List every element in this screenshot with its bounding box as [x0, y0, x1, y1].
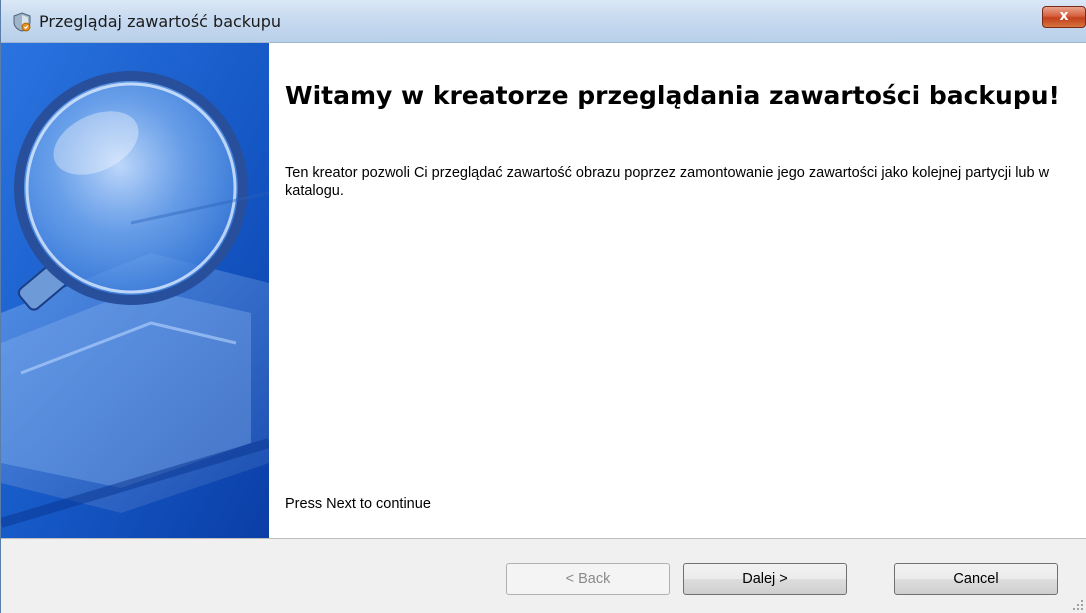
button-bar: < Back Dalej > Cancel [1, 538, 1086, 613]
title-bar[interactable]: Przeglądaj zawartość backupu x [1, 0, 1086, 43]
wizard-content: Witamy w kreatorze przeglądania zawartoś… [269, 43, 1086, 538]
page-title: Witamy w kreatorze przeglądania zawartoś… [285, 81, 1060, 110]
magnifier-illustration [1, 43, 269, 538]
close-button[interactable]: x [1042, 6, 1086, 28]
next-button[interactable]: Dalej > [683, 563, 847, 595]
continue-hint: Press Next to continue [285, 496, 431, 512]
wizard-description: Ten kreator pozwoli Ci przeglądać zawart… [285, 165, 1050, 199]
cancel-button[interactable]: Cancel [894, 563, 1058, 595]
window-title: Przeglądaj zawartość backupu [39, 12, 282, 31]
wizard-window: Przeglądaj zawartość backupu x Witamy w … [0, 0, 1086, 613]
backup-shield-icon [11, 11, 33, 33]
back-button[interactable]: < Back [506, 563, 670, 595]
resize-grip-icon[interactable] [1072, 598, 1084, 610]
wizard-side-banner [1, 43, 269, 538]
close-icon: x [1059, 8, 1069, 24]
